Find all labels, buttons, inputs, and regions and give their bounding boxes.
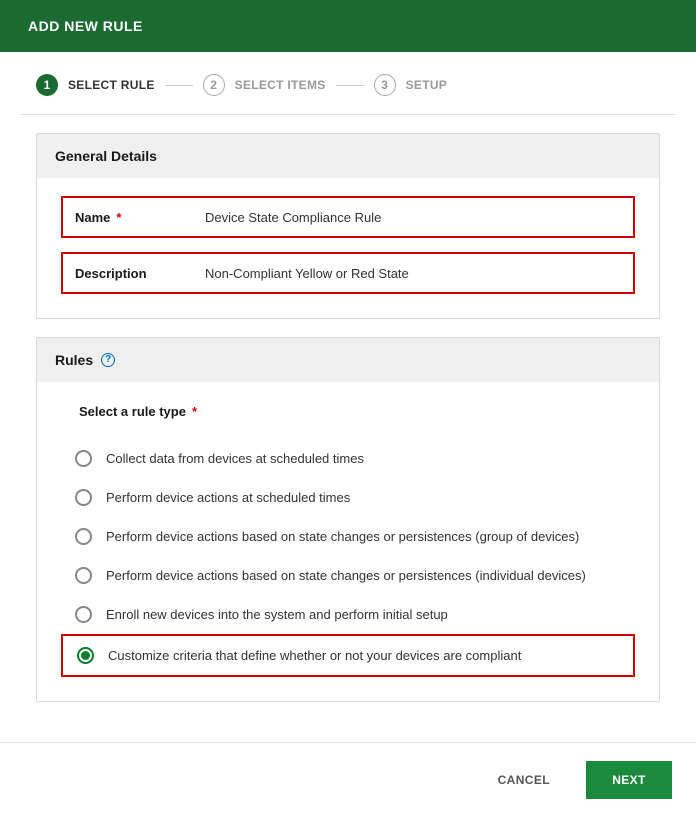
rules-body: Select a rule type* Collect data from de… [37,382,659,701]
step-circle: 3 [374,74,396,96]
rule-type-option[interactable]: Customize criteria that define whether o… [61,634,635,677]
dialog-title: ADD NEW RULE [28,18,143,34]
name-label: Name* [63,198,193,236]
radio-button [77,647,94,664]
rule-type-option[interactable]: Perform device actions at scheduled time… [61,478,635,517]
footer: CANCEL NEXT [0,742,696,823]
description-field-row: Description [61,252,635,294]
step-label: SELECT ITEMS [235,78,326,92]
radio-button [75,606,92,623]
name-input[interactable] [193,198,633,236]
name-field-row: Name* [61,196,635,238]
radio-label: Perform device actions based on state ch… [106,568,586,583]
radio-label: Perform device actions based on state ch… [106,529,579,544]
step-line [336,85,364,86]
rule-type-section-title: Select a rule type* [79,404,635,419]
description-input[interactable] [193,254,633,292]
step-circle: 2 [203,74,225,96]
step-line [165,85,193,86]
rule-type-radio-list: Collect data from devices at scheduled t… [61,439,635,677]
step-label: SELECT RULE [68,78,155,92]
cancel-button[interactable]: CANCEL [478,761,570,799]
rule-type-option[interactable]: Perform device actions based on state ch… [61,556,635,595]
radio-label: Customize criteria that define whether o… [108,648,521,663]
radio-button [75,489,92,506]
step-label: SETUP [406,78,448,92]
radio-button [75,567,92,584]
radio-button [75,450,92,467]
general-details-title: General Details [55,148,157,164]
step-circle: 1 [36,74,58,96]
rule-type-option[interactable]: Enroll new devices into the system and p… [61,595,635,634]
radio-label: Enroll new devices into the system and p… [106,607,448,622]
radio-label: Collect data from devices at scheduled t… [106,451,364,466]
radio-dot [81,651,90,660]
rules-title: Rules [55,352,93,368]
radio-label: Perform device actions at scheduled time… [106,490,350,505]
rules-card: Rules ? Select a rule type* Collect data… [36,337,660,702]
required-asterisk: * [192,404,197,419]
description-label: Description [63,254,193,292]
general-details-body: Name* Description [37,178,659,318]
general-details-header: General Details [37,134,659,178]
content: General Details Name* Description Rules … [0,115,696,742]
stepper: 1 SELECT RULE 2 SELECT ITEMS 3 SETUP [0,52,696,114]
step-3[interactable]: 3 SETUP [374,74,448,96]
step-2[interactable]: 2 SELECT ITEMS [203,74,326,96]
required-asterisk: * [116,210,121,225]
dialog-header: ADD NEW RULE [0,0,696,52]
step-1[interactable]: 1 SELECT RULE [36,74,155,96]
rules-header: Rules ? [37,338,659,382]
general-details-card: General Details Name* Description [36,133,660,319]
next-button[interactable]: NEXT [586,761,672,799]
help-icon[interactable]: ? [101,353,115,367]
rule-type-option[interactable]: Perform device actions based on state ch… [61,517,635,556]
rule-type-option[interactable]: Collect data from devices at scheduled t… [61,439,635,478]
radio-button [75,528,92,545]
